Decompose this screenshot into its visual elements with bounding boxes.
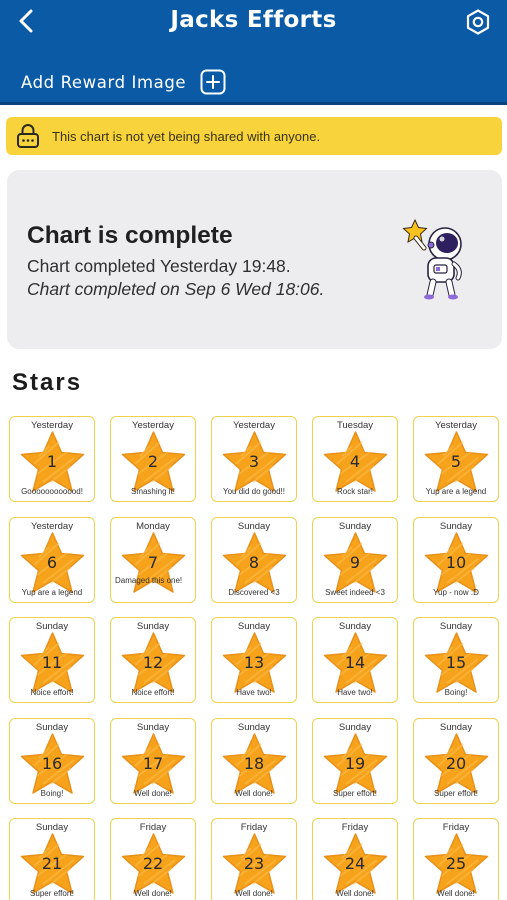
star-number: 24 [344, 854, 366, 873]
star-tile[interactable]: Sunday 16 Boing! [9, 717, 95, 804]
add-reward-image-label: Add Reward Image [21, 72, 187, 92]
star-tile[interactable]: Yesterday 3 You did do good!! [211, 416, 297, 502]
star-message: Yup are a legend [425, 487, 487, 496]
add-reward-image-button[interactable]: Add Reward Image [21, 66, 226, 98]
star-number: 12 [142, 653, 164, 672]
star-number: 14 [344, 653, 366, 672]
star-message: Boing! [40, 788, 64, 798]
star-tile[interactable]: Sunday 21 Super effort! [9, 818, 95, 900]
settings-button[interactable] [462, 6, 494, 38]
star-message: Well done! [134, 788, 172, 798]
sharing-banner-text: This chart is not yet being shared with … [52, 128, 321, 144]
star-message: Well done! [235, 889, 273, 898]
star-number: 16 [41, 753, 63, 773]
star-tile[interactable]: Sunday 14 Have two! [312, 617, 398, 703]
star-message: Yup are a legend [21, 587, 83, 597]
star-number: 22 [142, 854, 164, 873]
star-message: Well done! [336, 889, 374, 898]
star-message: Noice effort! [131, 688, 175, 697]
star-message: Well done! [134, 889, 172, 898]
star-number: 20 [445, 753, 467, 773]
star-tile[interactable]: Yesterday 6 Yup are a legend [9, 516, 95, 603]
chart-complete-title: Chart is complete [27, 222, 233, 249]
star-message: Damaged this one! [115, 575, 183, 585]
star-tile[interactable]: Yesterday 1 Goooooooooood! [9, 416, 95, 502]
star-number: 15 [445, 653, 467, 672]
star-tile[interactable]: Sunday 15 Boing! [413, 617, 499, 703]
star-tile[interactable]: Sunday 19 Super effort! [312, 717, 398, 804]
star-message: Well done! [437, 889, 475, 898]
star-message: Yup - now :D [433, 587, 479, 597]
astronaut-illustration [402, 218, 462, 300]
star-message: Sweet indeed <3 [325, 587, 385, 597]
star-tile[interactable]: Monday 7 Damaged this one! [110, 516, 196, 603]
chart-complete-card: Chart is complete Chart completed Yester… [7, 170, 502, 349]
star-message: Super effort! [333, 788, 377, 798]
star-number: 18 [243, 753, 265, 773]
star-tile[interactable]: Friday 23 Well done! [211, 818, 297, 900]
star-number: 5 [450, 452, 462, 471]
star-message: Goooooooooood! [21, 487, 83, 496]
plus-square-icon [200, 69, 226, 95]
star-tile[interactable]: Friday 24 Well done! [312, 818, 398, 900]
star-tile[interactable]: Friday 25 Well done! [413, 818, 499, 900]
star-number: 13 [243, 653, 265, 672]
star-tile[interactable]: Sunday 20 Super effort! [413, 717, 499, 804]
star-message: You did do good!! [223, 487, 285, 496]
star-tile[interactable]: Sunday 11 Noice effort! [9, 617, 95, 703]
star-number: 25 [445, 854, 467, 873]
star-message: Rock star! [336, 487, 373, 496]
star-tile[interactable]: Sunday 17 Well done! [110, 717, 196, 804]
star-message: Have two! [236, 688, 272, 697]
star-number: 23 [243, 854, 265, 873]
star-number: 21 [41, 854, 63, 873]
star-tile[interactable]: Yesterday 5 Yup are a legend [413, 416, 499, 502]
star-tile[interactable]: Sunday 18 Well done! [211, 717, 297, 804]
star-message: Noice effort! [30, 688, 74, 697]
star-tile[interactable]: Sunday 10 Yup - now :D [413, 516, 499, 603]
stars-heading: Stars [12, 369, 83, 396]
page-title: Jacks Efforts [170, 7, 337, 33]
star-message: Super effort! [30, 889, 74, 898]
star-number: 19 [344, 753, 366, 773]
star-tile[interactable]: Tuesday 4 Rock star! [312, 416, 398, 502]
chart-completed-date-text: Chart completed on Sep 6 Wed 18:06. [27, 279, 325, 299]
star-tile[interactable]: Sunday 13 Have two! [211, 617, 297, 703]
star-number: 3 [248, 452, 260, 471]
star-number: 8 [248, 552, 260, 572]
star-number: 17 [142, 753, 164, 773]
star-number: 7 [147, 552, 159, 572]
star-tile[interactable]: Friday 22 Well done! [110, 818, 196, 900]
header-divider [0, 102, 507, 105]
lock-icon [13, 121, 43, 151]
star-number: 2 [147, 452, 159, 471]
star-tile[interactable]: Yesterday 2 Smashing it! [110, 416, 196, 502]
chart-completed-text: Chart completed Yesterday 19:48. [27, 256, 291, 276]
star-tile[interactable]: Sunday 8 Discovered <3 [211, 516, 297, 603]
star-tile[interactable]: Sunday 9 Sweet indeed <3 [312, 516, 398, 603]
star-message: Discovered <3 [228, 587, 280, 597]
star-number: 10 [445, 552, 467, 572]
star-number: 1 [46, 452, 58, 471]
app-header: Jacks Efforts Add Reward Image [0, 0, 507, 105]
star-tile[interactable]: Sunday 12 Noice effort! [110, 617, 196, 703]
star-number: 11 [41, 653, 63, 672]
star-message: Have two! [337, 688, 373, 697]
star-message: Smashing it! [130, 487, 176, 496]
star-number: 6 [46, 552, 58, 572]
star-number: 9 [349, 552, 361, 572]
star-message: Super effort! [434, 788, 478, 798]
star-message: Well done! [235, 788, 273, 798]
star-number: 4 [349, 452, 361, 471]
sharing-banner: This chart is not yet being shared with … [6, 117, 502, 155]
star-message: Boing! [444, 688, 468, 697]
gear-icon [466, 9, 490, 35]
